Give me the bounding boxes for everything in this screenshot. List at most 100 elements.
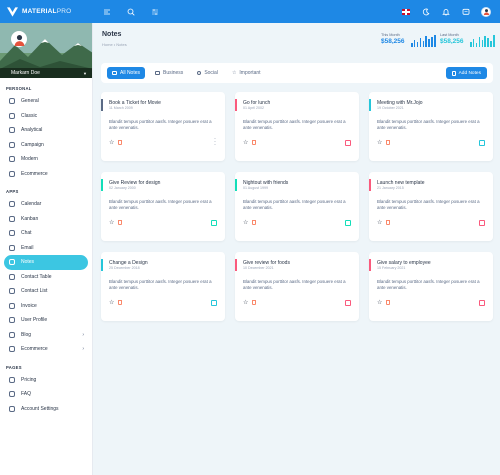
user-icon [9, 317, 15, 324]
sidebar-item-label: Ecommerce [21, 346, 48, 353]
sidebar-item-contact-list[interactable]: Contact List [4, 284, 88, 299]
star-icon[interactable]: ☆ [243, 220, 248, 226]
trash-icon[interactable] [118, 220, 122, 225]
search-icon[interactable] [126, 7, 135, 16]
note-card[interactable]: Give review for foods 10 December 2021 Bla… [235, 252, 359, 321]
classic-icon [9, 112, 15, 119]
profile-name: Markarn Doe [11, 70, 40, 76]
chevron-right-icon: › [82, 346, 84, 353]
star-icon[interactable]: ☆ [243, 140, 248, 146]
logo[interactable]: MATERIAL PRO [0, 6, 92, 17]
sidebar-item-analytical[interactable]: Analytical [4, 123, 88, 138]
note-color-picker-icon[interactable] [345, 300, 351, 306]
profile-name-bar[interactable]: Markarn Doe ▼ [0, 68, 92, 78]
menu-toggle-icon[interactable] [102, 7, 111, 16]
sidebar-item-label: FAQ [21, 391, 32, 398]
tab-business[interactable]: Business [151, 67, 187, 79]
trash-icon[interactable] [252, 220, 256, 225]
note-color-picker-icon[interactable] [479, 140, 485, 146]
note-card[interactable]: Give salary to employee 15 February 2021 B… [369, 252, 493, 321]
sidebar-item-general[interactable]: General [4, 94, 88, 109]
stat-last-month: Last Month $58,256 [440, 33, 464, 45]
stat-value: $58,256 [381, 38, 405, 45]
star-icon[interactable]: ☆ [243, 300, 248, 306]
breadcrumb-home[interactable]: Home [102, 42, 113, 47]
sidebar-section-title: PAGES [6, 364, 22, 370]
sidebar-item-modern[interactable]: Modern [4, 152, 88, 167]
page-title: Notes [102, 31, 122, 38]
pricing-icon [9, 376, 15, 383]
note-color-picker-icon[interactable] [211, 300, 217, 306]
note-color-bar [235, 99, 237, 111]
trash-icon[interactable] [252, 300, 256, 305]
tab-important[interactable]: ☆ Important [228, 67, 265, 79]
add-notes-button[interactable]: Add Notes [445, 67, 487, 79]
note-color-bar [369, 259, 371, 271]
note-date: 10 December 2021 [243, 266, 274, 270]
sidebar-item-invoice[interactable]: Invoice [4, 299, 88, 314]
note-date: 21 January 2015 [377, 186, 404, 190]
grid-apps-icon[interactable] [150, 7, 159, 16]
note-text: Blandit tempus porttitor aasfs. Integer … [109, 279, 212, 291]
sidebar-item-email[interactable]: Email [4, 241, 88, 256]
note-card[interactable]: Book a Ticket for Movie 11 March 2009 Blan… [101, 92, 225, 161]
trash-icon[interactable] [118, 140, 122, 145]
sidebar-item-chat[interactable]: Chat [4, 226, 88, 241]
cart-icon [9, 170, 15, 177]
note-card[interactable]: Change a Design 25 December 2018 Blandit t… [101, 252, 225, 321]
sidebar-item-blog[interactable]: Blog › [4, 328, 88, 343]
sidebar-item-classic[interactable]: Classic [4, 109, 88, 124]
sidebar-item-ecommerce[interactable]: Ecommerce › [4, 342, 88, 357]
message-icon[interactable] [461, 7, 470, 16]
star-icon[interactable]: ☆ [109, 140, 114, 146]
sidebar-item-user-profile[interactable]: User Profile [4, 313, 88, 328]
bell-icon[interactable] [441, 7, 450, 16]
note-text: Blandit tempus porttitor aasfs. Integer … [109, 199, 212, 211]
tab-all-notes[interactable]: All Notes [107, 67, 146, 79]
note-card[interactable]: Give Review for design 02 January 2000 Bla… [101, 172, 225, 241]
sidebar-item-calendar[interactable]: Calendar [4, 197, 88, 212]
notes-tab-bar: All Notes Business Social ☆ Important Add… [101, 63, 493, 83]
language-flag-icon[interactable] [402, 8, 410, 15]
sidebar-item-label: Invoice [21, 302, 37, 309]
note-date: 25 December 2018 [109, 266, 140, 270]
note-card[interactable]: Meeting with Mr.Jojo 19 October 2021 Bland… [369, 92, 493, 161]
star-icon[interactable]: ☆ [377, 220, 382, 226]
star-icon[interactable]: ☆ [377, 140, 382, 146]
note-card[interactable]: Launch new template 21 January 2015 Blandi… [369, 172, 493, 241]
note-color-picker-icon[interactable] [479, 300, 485, 306]
profile-avatar[interactable] [11, 31, 27, 47]
tab-social[interactable]: Social [193, 67, 222, 79]
trash-icon[interactable] [386, 300, 390, 305]
chart-pie-icon [9, 127, 15, 134]
star-icon[interactable]: ☆ [377, 300, 382, 306]
note-color-picker-icon[interactable] [211, 220, 217, 226]
note-card[interactable]: Nightout with friends 01 August 1999 Bland… [235, 172, 359, 241]
user-avatar[interactable] [481, 6, 491, 17]
note-color-picker-icon[interactable] [345, 220, 351, 226]
more-vertical-icon[interactable]: · · · [214, 136, 216, 148]
moon-icon[interactable] [421, 7, 430, 16]
sidebar-item-contact-table[interactable]: Contact Table [4, 270, 88, 285]
note-color-picker-icon[interactable] [345, 140, 351, 146]
star-icon[interactable]: ☆ [109, 300, 114, 306]
trash-icon[interactable] [252, 140, 256, 145]
sidebar-item-kanban[interactable]: Kanban [4, 212, 88, 227]
star-icon[interactable]: ☆ [109, 220, 114, 226]
sidebar-item-notes[interactable]: Notes [4, 255, 88, 270]
note-color-picker-icon[interactable] [479, 220, 485, 226]
sidebar-item-faq[interactable]: FAQ [4, 387, 88, 402]
logo-icon [7, 6, 18, 17]
trash-icon[interactable] [386, 140, 390, 145]
invoice-icon [9, 302, 15, 309]
note-color-bar [235, 179, 237, 191]
sidebar-item-account-settings[interactable]: Account Settings [4, 402, 88, 417]
note-text: Blandit tempus porttitor aasfs. Integer … [243, 279, 346, 291]
home-icon [9, 98, 15, 105]
note-card[interactable]: Go for lunch 01 April 2002 Blandit tempus … [235, 92, 359, 161]
sidebar-item-ecommerce[interactable]: Ecommerce [4, 167, 88, 182]
sidebar-item-pricing[interactable]: Pricing [4, 373, 88, 388]
trash-icon[interactable] [118, 300, 122, 305]
sidebar-item-campaign[interactable]: Campaign [4, 138, 88, 153]
trash-icon[interactable] [386, 220, 390, 225]
